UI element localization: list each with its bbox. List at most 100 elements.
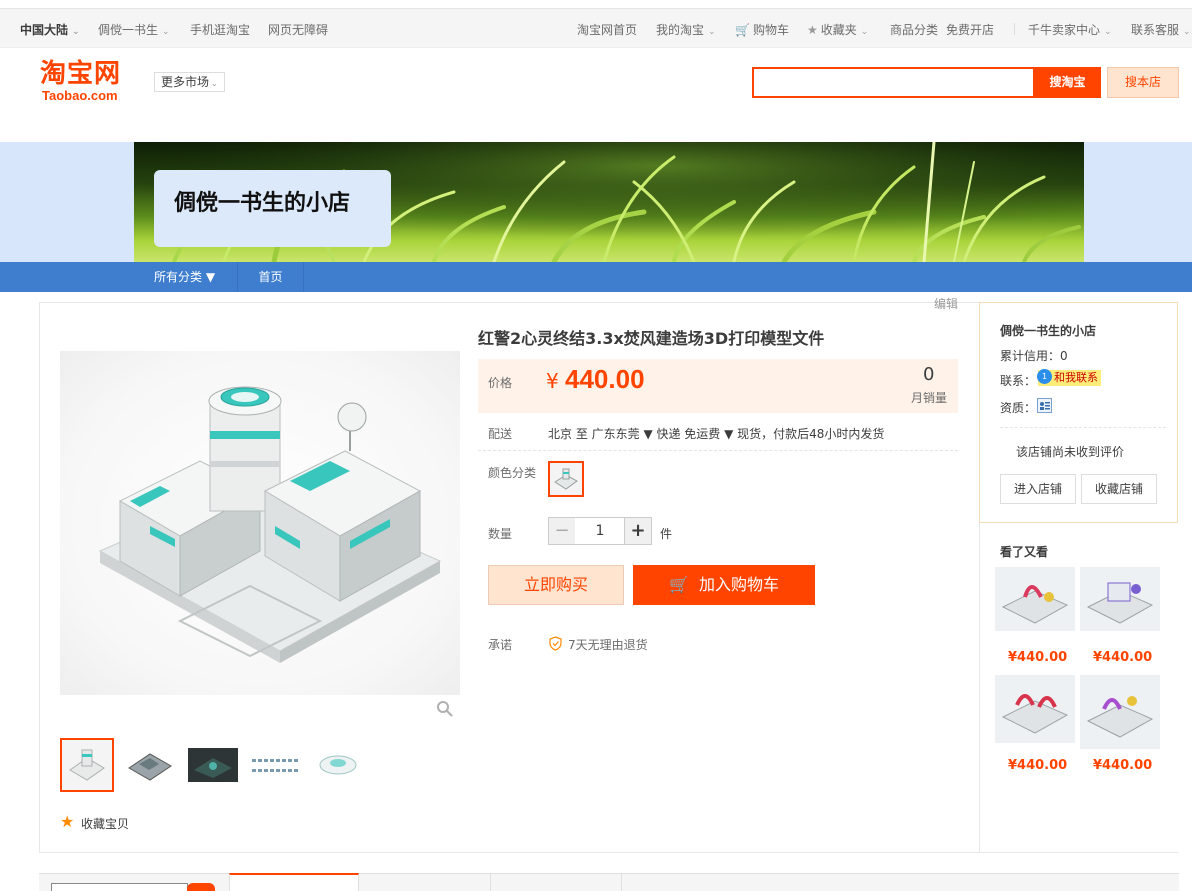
- edit-link[interactable]: 编辑: [934, 295, 958, 312]
- recommended-item-image[interactable]: [995, 567, 1075, 631]
- region-label: 中国大陆: [20, 23, 69, 37]
- thumbnail-4[interactable]: [250, 755, 302, 777]
- search-taobao-button[interactable]: 搜淘宝: [1034, 67, 1101, 98]
- chat-icon: 1: [1037, 369, 1052, 384]
- no-review-notice: 该店铺尚未收到评价: [1016, 445, 1125, 459]
- enter-shop-button[interactable]: 进入店铺: [1000, 474, 1076, 504]
- chevron-down-icon: ⌄: [211, 79, 218, 88]
- promise-text[interactable]: 7天无理由退货: [568, 636, 648, 653]
- categories-link[interactable]: 商品分类: [890, 21, 938, 38]
- favorites-label: 收藏夹: [820, 23, 857, 37]
- shield-check-icon: [549, 636, 562, 651]
- delivery-label: 配送: [488, 427, 513, 441]
- shop-search-button[interactable]: [187, 883, 215, 891]
- accessibility-link[interactable]: 网页无障碍: [268, 21, 328, 38]
- logo-domain: Taobao.com: [42, 88, 118, 103]
- buy-now-button[interactable]: 立即购买: [488, 565, 624, 605]
- chevron-down-icon: ⌄: [1183, 27, 1191, 37]
- promise-label: 承诺: [488, 638, 513, 652]
- chevron-down-icon: ⌄: [72, 27, 80, 37]
- my-taobao-menu[interactable]: 我的淘宝 ⌄: [656, 21, 716, 38]
- shop-search-input[interactable]: [51, 883, 188, 891]
- price-label: 价格: [488, 376, 513, 390]
- shop-credit: 累计信用：0: [1000, 349, 1068, 363]
- thumbnail-1[interactable]: [60, 738, 114, 792]
- add-to-cart-label: 加入购物车: [698, 575, 779, 594]
- user-menu[interactable]: 倜傥一书生 ⌄: [98, 21, 170, 38]
- quantity-unit: 件: [660, 527, 673, 541]
- favorite-shop-button[interactable]: 收藏店铺: [1081, 474, 1157, 504]
- cart-icon: 🛒: [735, 23, 750, 37]
- search-input[interactable]: [752, 67, 1035, 98]
- chevron-down-icon: ⌄: [708, 27, 716, 37]
- thumbnail-3[interactable]: [188, 748, 238, 782]
- right-column-border: [979, 852, 1179, 853]
- price-value: 440.00: [565, 364, 645, 394]
- divider: [621, 874, 622, 891]
- recommended-item-price: ¥440.00: [1008, 758, 1068, 773]
- color-option-swatch[interactable]: [548, 461, 584, 497]
- recommended-item-image[interactable]: [995, 675, 1075, 743]
- quantity-increase-button[interactable]: +: [624, 517, 652, 545]
- thumbnail-2[interactable]: [125, 744, 175, 784]
- cart-link[interactable]: 🛒 购物车: [735, 21, 789, 38]
- recommended-item-price: ¥440.00: [1093, 758, 1153, 773]
- thumbnail-5[interactable]: [315, 748, 361, 782]
- favorites-menu[interactable]: ★ 收藏夹 ⌄: [807, 21, 868, 38]
- divider: [478, 450, 958, 451]
- contact-label: 联系：: [1000, 374, 1037, 388]
- shop-nav-all-categories[interactable]: 所有分类 ▼: [134, 262, 238, 292]
- currency-symbol: ¥: [546, 369, 559, 393]
- recommended-item-image[interactable]: [1080, 675, 1160, 749]
- shop-card-name[interactable]: 倜傥一书生的小店: [1000, 322, 1096, 339]
- tab-details[interactable]: [229, 873, 359, 891]
- cart-icon: 🛒: [669, 575, 689, 594]
- monthly-sales-count: 0: [923, 364, 935, 385]
- more-markets-label: 更多市场: [161, 75, 210, 89]
- quantity-label: 数量: [488, 527, 513, 541]
- delivery-info[interactable]: 北京 至 广东东莞 ▼ 快递 免运费 ▼ 现货，付款后48小时内发货: [548, 425, 884, 442]
- seller-center-menu[interactable]: 千牛卖家中心 ⌄: [1028, 21, 1112, 38]
- taobao-home-link[interactable]: 淘宝网首页: [577, 21, 637, 38]
- quantity-input[interactable]: 1: [575, 517, 625, 545]
- my-taobao-label: 我的淘宝: [656, 23, 705, 37]
- mobile-link[interactable]: 手机逛淘宝: [190, 21, 250, 38]
- zoom-icon[interactable]: [436, 700, 454, 718]
- divider: [1014, 23, 1015, 35]
- divider: [1000, 427, 1166, 428]
- color-label: 颜色分类: [488, 466, 537, 480]
- id-card-icon[interactable]: [1037, 398, 1052, 413]
- customer-service-label: 联系客服: [1131, 23, 1180, 37]
- recommended-item-price: ¥440.00: [1093, 650, 1153, 665]
- qualification-label: 资质：: [1000, 401, 1037, 415]
- right-column-border: [979, 523, 980, 853]
- star-icon[interactable]: ★: [60, 812, 74, 831]
- shop-name-title[interactable]: 倜傥一书生的小店: [174, 185, 350, 217]
- logo-text: 淘宝网: [40, 59, 122, 89]
- seller-center-label: 千牛卖家中心: [1028, 23, 1101, 37]
- open-shop-link[interactable]: 免费开店: [946, 21, 994, 38]
- product-main-image[interactable]: [60, 351, 460, 695]
- taobao-item-page: { "topbar": { "region": "中国大陆", "user": …: [0, 0, 1192, 891]
- monthly-sales-label: 月销量: [911, 391, 948, 405]
- chevron-down-icon: ⌄: [1104, 27, 1112, 37]
- add-to-cart-button[interactable]: 🛒 加入购物车: [633, 565, 815, 605]
- user-name: 倜傥一书生: [98, 23, 159, 37]
- taobao-logo[interactable]: 淘宝网 Taobao.com: [38, 60, 138, 104]
- shop-nav-home[interactable]: 首页: [238, 262, 304, 292]
- search-shop-button[interactable]: 搜本店: [1107, 67, 1179, 98]
- favorite-item-link[interactable]: 收藏宝贝: [81, 815, 129, 832]
- region-selector[interactable]: 中国大陆 ⌄: [20, 21, 80, 38]
- also-viewed-title: 看了又看: [1000, 545, 1049, 559]
- star-icon: ★: [807, 23, 818, 37]
- chevron-down-icon: ⌄: [162, 27, 170, 37]
- cart-label: 购物车: [752, 23, 789, 37]
- customer-service-menu[interactable]: 联系客服 ⌄: [1131, 21, 1191, 38]
- more-markets-dropdown[interactable]: 更多市场 ⌄: [154, 72, 225, 92]
- recommended-item-price: ¥440.00: [1008, 650, 1068, 665]
- recommended-item-image[interactable]: [1080, 567, 1160, 631]
- chevron-down-icon: ⌄: [860, 27, 869, 37]
- divider: [490, 874, 491, 891]
- product-title: 红警2心灵终结3.3x焚风建造场3D打印模型文件: [478, 329, 825, 348]
- quantity-decrease-button[interactable]: −: [548, 517, 576, 545]
